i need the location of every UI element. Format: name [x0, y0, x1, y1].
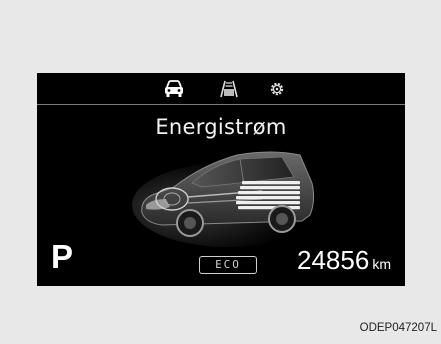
tab-bar: [37, 73, 405, 105]
screen-title: Energistrøm: [155, 115, 287, 139]
odometer: 24856 km: [297, 245, 391, 276]
odometer-unit: km: [372, 256, 391, 272]
drive-mode-badge: ECO: [199, 256, 257, 274]
image-caption: ODEP047207L: [359, 322, 437, 334]
energy-flow-car-illustration: [132, 151, 322, 247]
odometer-value: 24856: [297, 245, 370, 275]
gear-icon[interactable]: [267, 79, 287, 99]
car-icon[interactable]: [163, 79, 185, 99]
tab-divider: [37, 104, 405, 105]
cluster-display: Energistrøm P ECO 24856 km: [37, 73, 405, 286]
gear-indicator: P: [51, 238, 74, 275]
road-icon[interactable]: [219, 79, 239, 99]
